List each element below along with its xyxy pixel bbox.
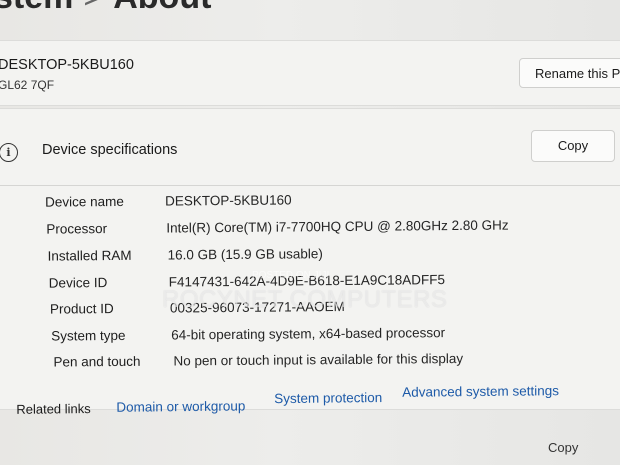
watermark-text: ROCYNET COMPUTERS (162, 286, 448, 313)
info-icon: i (0, 143, 18, 162)
spec-key: Device name (44, 193, 124, 210)
breadcrumb-separator: > (83, 0, 103, 16)
watermark-posted-text: POSTED ON JIJI (252, 270, 330, 281)
page-title: stem > About (0, 0, 211, 17)
copy-button-bottom[interactable]: Copy (548, 440, 578, 455)
rename-pc-button[interactable]: Rename this PC (519, 58, 620, 88)
spec-key: Installed RAM (47, 247, 132, 264)
spec-key: Device ID (48, 275, 108, 291)
divider (0, 185, 620, 186)
system-protection-link[interactable]: System protection (274, 390, 382, 406)
breadcrumb-system[interactable]: stem (0, 0, 73, 16)
device-specifications-title: Device specifications (42, 142, 178, 158)
domain-or-workgroup-link[interactable]: Domain or workgroup (116, 398, 245, 414)
spec-value[interactable]: 16.0 GB (15.9 GB usable) (167, 246, 322, 262)
spec-key: Pen and touch (53, 353, 141, 370)
spec-value[interactable]: Intel(R) Core(TM) i7-7700HQ CPU @ 2.80GH… (166, 218, 508, 236)
spec-key: Product ID (49, 301, 114, 317)
pc-name-card: DESKTOP-5KBU160 GL62 7QF Rename this PC (0, 40, 620, 106)
related-links: Related links Domain or workgroup System… (0, 374, 620, 420)
spec-value[interactable]: DESKTOP-5KBU160 (165, 192, 292, 208)
pc-name: DESKTOP-5KBU160 (0, 57, 134, 73)
device-specifications-header[interactable]: i Device specifications Copy (0, 109, 620, 189)
spec-value[interactable]: 64-bit operating system, x64-based proce… (171, 325, 445, 342)
breadcrumb-about: About (113, 0, 211, 16)
spec-key: System type (51, 327, 126, 344)
about-page: stem > About DESKTOP-5KBU160 GL62 7QF Rena… (0, 0, 620, 465)
spec-value[interactable]: No pen or touch input is available for t… (173, 351, 463, 369)
device-specifications-card: i Device specifications Copy Device name… (0, 108, 620, 410)
advanced-system-settings-link[interactable]: Advanced system settings (402, 383, 559, 400)
pc-model: GL62 7QF (0, 78, 55, 92)
copy-specs-button[interactable]: Copy (531, 130, 615, 162)
related-links-label: Related links (16, 401, 91, 417)
spec-rows: Device name DESKTOP-5KBU160 Processor In… (0, 190, 620, 369)
spec-key: Processor (46, 221, 108, 237)
